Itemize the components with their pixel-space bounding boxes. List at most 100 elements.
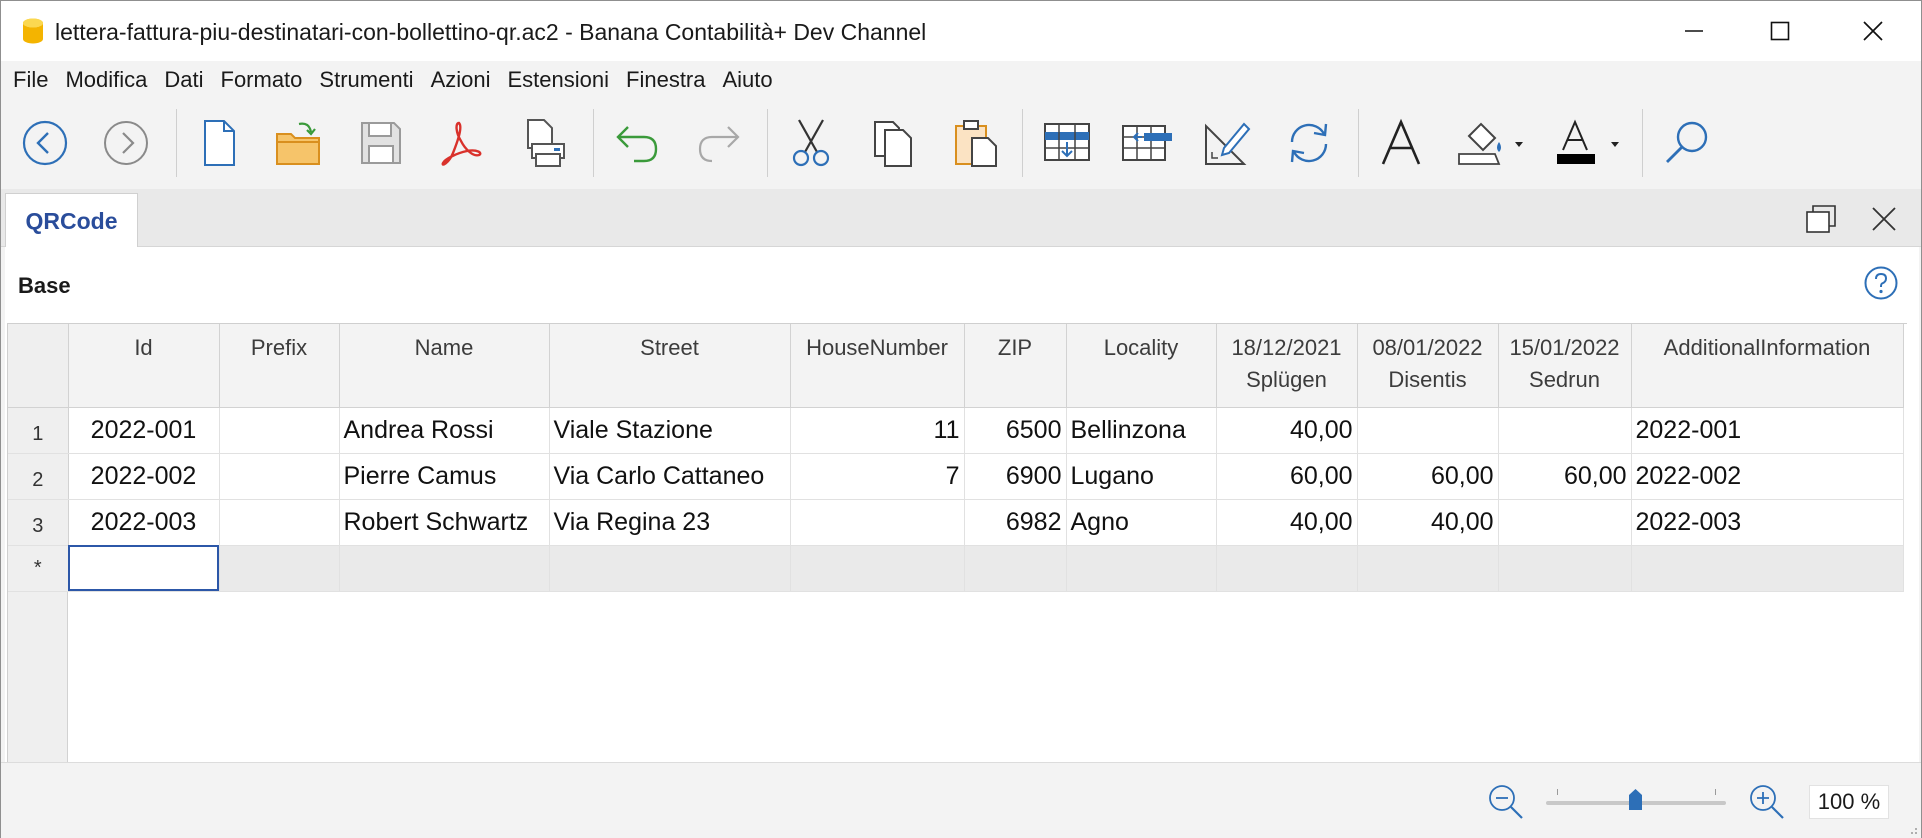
cell-name[interactable]: Pierre Camus [339, 453, 550, 500]
row-number[interactable]: 3 [8, 499, 69, 546]
menu-strumenti[interactable]: Strumenti [319, 67, 413, 93]
cell-sedrun[interactable] [1498, 499, 1632, 546]
menu-estensioni[interactable]: Estensioni [508, 67, 610, 93]
cell-additional-information[interactable]: 2022-001 [1631, 407, 1904, 454]
minimize-button[interactable] [1648, 1, 1740, 61]
cell-sedrun[interactable] [1498, 407, 1632, 454]
empty-cell[interactable] [549, 545, 791, 592]
cell-id[interactable]: 2022-003 [68, 499, 220, 546]
cell-disentis[interactable] [1357, 407, 1499, 454]
cell-street[interactable]: Via Regina 23 [549, 499, 791, 546]
cell-disentis[interactable]: 40,00 [1357, 499, 1499, 546]
row-number[interactable]: 1 [8, 407, 69, 454]
cell-name[interactable]: Robert Schwartz [339, 499, 550, 546]
menu-aiuto[interactable]: Aiuto [723, 67, 773, 93]
empty-cell[interactable] [790, 545, 965, 592]
column-header-street[interactable]: Street [549, 324, 791, 408]
column-header-splugen[interactable]: 18/12/2021 Splügen [1216, 324, 1358, 408]
empty-cell[interactable] [1631, 545, 1904, 592]
empty-cell[interactable] [964, 545, 1067, 592]
cell-additional-information[interactable]: 2022-003 [1631, 499, 1904, 546]
cell-sedrun[interactable]: 60,00 [1498, 453, 1632, 500]
back-button[interactable] [15, 113, 75, 173]
cell-housenumber[interactable]: 7 [790, 453, 965, 500]
column-header-sedrun[interactable]: 15/01/2022 Sedrun [1498, 324, 1632, 408]
open-file-button[interactable] [269, 113, 329, 173]
empty-cell[interactable] [1357, 545, 1499, 592]
column-header-zip[interactable]: ZIP [964, 324, 1067, 408]
cell-zip[interactable]: 6982 [964, 499, 1067, 546]
column-header-locality[interactable]: Locality [1066, 324, 1217, 408]
cell-locality[interactable]: Lugano [1066, 453, 1217, 500]
zoom-slider-handle[interactable] [1628, 789, 1643, 811]
empty-cell[interactable] [219, 545, 340, 592]
column-header-prefix[interactable]: Prefix [219, 324, 340, 408]
menu-dati[interactable]: Dati [164, 67, 203, 93]
cell-street[interactable]: Via Carlo Cattaneo [549, 453, 791, 500]
save-button[interactable] [351, 113, 411, 173]
help-icon[interactable] [1863, 265, 1899, 301]
column-header-id[interactable]: Id [68, 324, 220, 408]
cell-locality[interactable]: Bellinzona [1066, 407, 1217, 454]
copy-button[interactable] [863, 113, 923, 173]
new-file-button[interactable] [189, 113, 249, 173]
cell-zip[interactable]: 6500 [964, 407, 1067, 454]
cell-prefix[interactable] [219, 453, 340, 500]
add-column-button[interactable] [1117, 113, 1177, 173]
cell-splugen[interactable]: 40,00 [1216, 407, 1358, 454]
maximize-button[interactable] [1734, 1, 1826, 61]
fill-color-button[interactable] [1453, 113, 1529, 173]
empty-cell[interactable] [1066, 545, 1217, 592]
menu-file[interactable]: File [13, 67, 48, 93]
refresh-button[interactable] [1279, 113, 1339, 173]
zoom-in-icon[interactable] [1748, 783, 1786, 821]
empty-cell[interactable] [1498, 545, 1632, 592]
insert-rows-button[interactable] [1037, 113, 1097, 173]
menu-azioni[interactable]: Azioni [431, 67, 491, 93]
cell-housenumber[interactable] [790, 499, 965, 546]
cell-name[interactable]: Andrea Rossi [339, 407, 550, 454]
cell-additional-information[interactable]: 2022-002 [1631, 453, 1904, 500]
cell-housenumber[interactable]: 11 [790, 407, 965, 454]
paste-button[interactable] [945, 113, 1005, 173]
cell-id[interactable]: 2022-001 [68, 407, 220, 454]
search-button[interactable] [1657, 113, 1717, 173]
cell-zip[interactable]: 6900 [964, 453, 1067, 500]
close-table-button[interactable] [1864, 199, 1904, 239]
empty-cell[interactable] [339, 545, 550, 592]
resize-grip-icon[interactable] [1905, 822, 1919, 836]
selected-cell[interactable] [68, 545, 220, 592]
redo-button[interactable] [689, 113, 749, 173]
cell-disentis[interactable]: 60,00 [1357, 453, 1499, 500]
cell-street[interactable]: Viale Stazione [549, 407, 791, 454]
cell-prefix[interactable] [219, 499, 340, 546]
zoom-level-field[interactable]: 100 % [1809, 785, 1889, 819]
cell-id[interactable]: 2022-002 [68, 453, 220, 500]
edit-settings-button[interactable] [1197, 113, 1257, 173]
restore-table-button[interactable] [1801, 199, 1841, 239]
close-window-button[interactable] [1827, 1, 1919, 61]
empty-cell[interactable] [1216, 545, 1358, 592]
menu-finestra[interactable]: Finestra [626, 67, 705, 93]
cell-splugen[interactable]: 40,00 [1216, 499, 1358, 546]
tab-qrcode[interactable]: QRCode [5, 193, 138, 248]
cell-locality[interactable]: Agno [1066, 499, 1217, 546]
text-color-button[interactable] [1549, 113, 1625, 173]
pdf-button[interactable] [431, 113, 491, 173]
cell-prefix[interactable] [219, 407, 340, 454]
corner-cell[interactable] [8, 324, 69, 408]
forward-button[interactable] [96, 113, 156, 173]
column-header-additional-information[interactable]: AdditionalInformation [1631, 324, 1904, 408]
undo-button[interactable] [607, 113, 667, 173]
column-header-disentis[interactable]: 08/01/2022 Disentis [1357, 324, 1499, 408]
print-preview-button[interactable] [513, 113, 573, 173]
column-header-housenumber[interactable]: HouseNumber [790, 324, 965, 408]
zoom-out-icon[interactable] [1487, 783, 1525, 821]
cut-button[interactable] [781, 113, 841, 173]
column-header-name[interactable]: Name [339, 324, 550, 408]
row-number[interactable]: 2 [8, 453, 69, 500]
menu-modifica[interactable]: Modifica [65, 67, 147, 93]
new-row-marker[interactable]: * [8, 545, 69, 592]
font-button[interactable] [1371, 113, 1431, 173]
cell-splugen[interactable]: 60,00 [1216, 453, 1358, 500]
